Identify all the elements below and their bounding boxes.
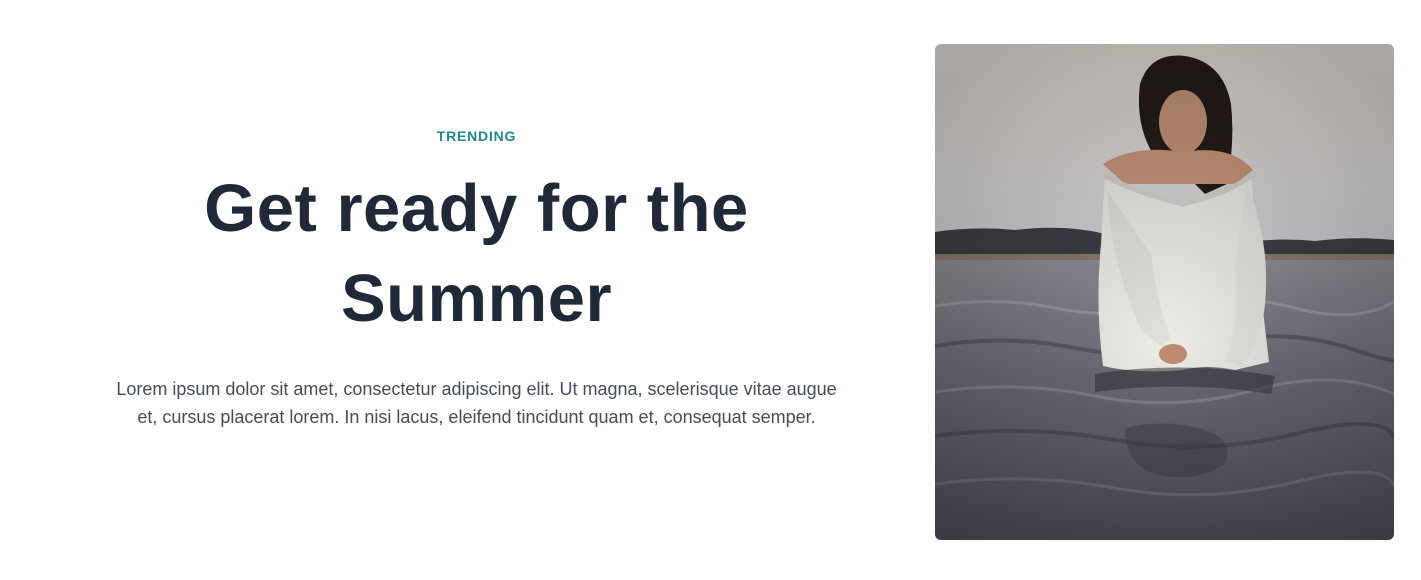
hero-text-column: TRENDING Get ready for the Summer Lorem … [0, 0, 953, 580]
hero-description: Lorem ipsum dolor sit amet, consectetur … [116, 379, 837, 427]
headline-line-2: Summer [340, 261, 613, 336]
hero-section: TRENDING Get ready for the Summer Lorem … [0, 0, 1421, 580]
trending-label: TRENDING [436, 128, 517, 144]
hero-photo [935, 44, 1394, 540]
headline-line-1: Get ready for the [204, 171, 749, 246]
hero-headline: Get ready for the Summer [120, 164, 833, 344]
